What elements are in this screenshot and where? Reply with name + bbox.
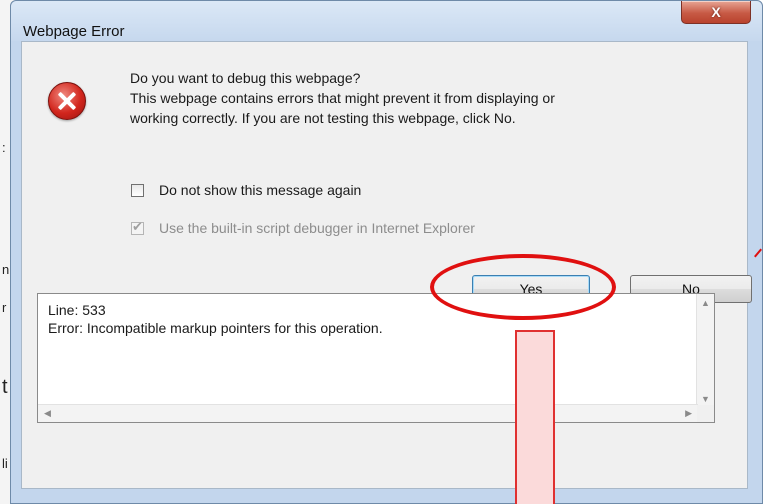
scroll-right-icon[interactable]: ▶ xyxy=(685,408,692,419)
close-icon: X xyxy=(711,4,721,20)
checkmark-icon: ✔ xyxy=(132,219,143,234)
dont-show-again-label[interactable]: Do not show this message again xyxy=(159,182,361,198)
horizontal-scrollbar[interactable]: ◀ ▶ xyxy=(38,404,698,422)
background-text-fragment: r xyxy=(2,300,7,315)
dialog-question: Do you want to debug this webpage? xyxy=(130,70,361,86)
error-message: Error: Incompatible markup pointers for … xyxy=(48,320,383,336)
error-icon xyxy=(48,82,86,120)
close-button[interactable]: X xyxy=(681,1,751,24)
background-text-fragment: li xyxy=(2,456,8,471)
error-line-number: Line: 533 xyxy=(48,302,106,318)
scrollbar-corner xyxy=(697,405,714,422)
background-text-fragment: t xyxy=(2,376,8,398)
scroll-left-icon[interactable]: ◀ xyxy=(44,408,51,419)
dialog-description-line2: working correctly. If you are not testin… xyxy=(130,110,516,126)
annotation-highlight-ellipse xyxy=(430,254,616,320)
background-text-fragment: n xyxy=(2,262,10,277)
dialog-title: Webpage Error xyxy=(23,23,125,40)
dialog-description-line1: This webpage contains errors that might … xyxy=(130,90,555,106)
vertical-scrollbar[interactable]: ▲ ▼ xyxy=(696,294,714,406)
scroll-down-icon[interactable]: ▼ xyxy=(701,394,710,404)
title-bar[interactable]: Webpage Error X xyxy=(11,1,762,41)
annotation-pointer-bar xyxy=(515,330,555,504)
background-text-fragment: : xyxy=(2,140,6,155)
error-details-textbox[interactable]: Line: 533 Error: Incompatible markup poi… xyxy=(37,293,715,423)
dont-show-again-checkbox[interactable] xyxy=(131,184,144,197)
webpage-error-dialog: Webpage Error X Do you want to debug thi… xyxy=(10,0,763,504)
script-debugger-label: Use the built-in script debugger in Inte… xyxy=(159,220,475,236)
scroll-up-icon[interactable]: ▲ xyxy=(701,298,710,308)
script-debugger-checkbox: ✔ xyxy=(131,219,144,235)
